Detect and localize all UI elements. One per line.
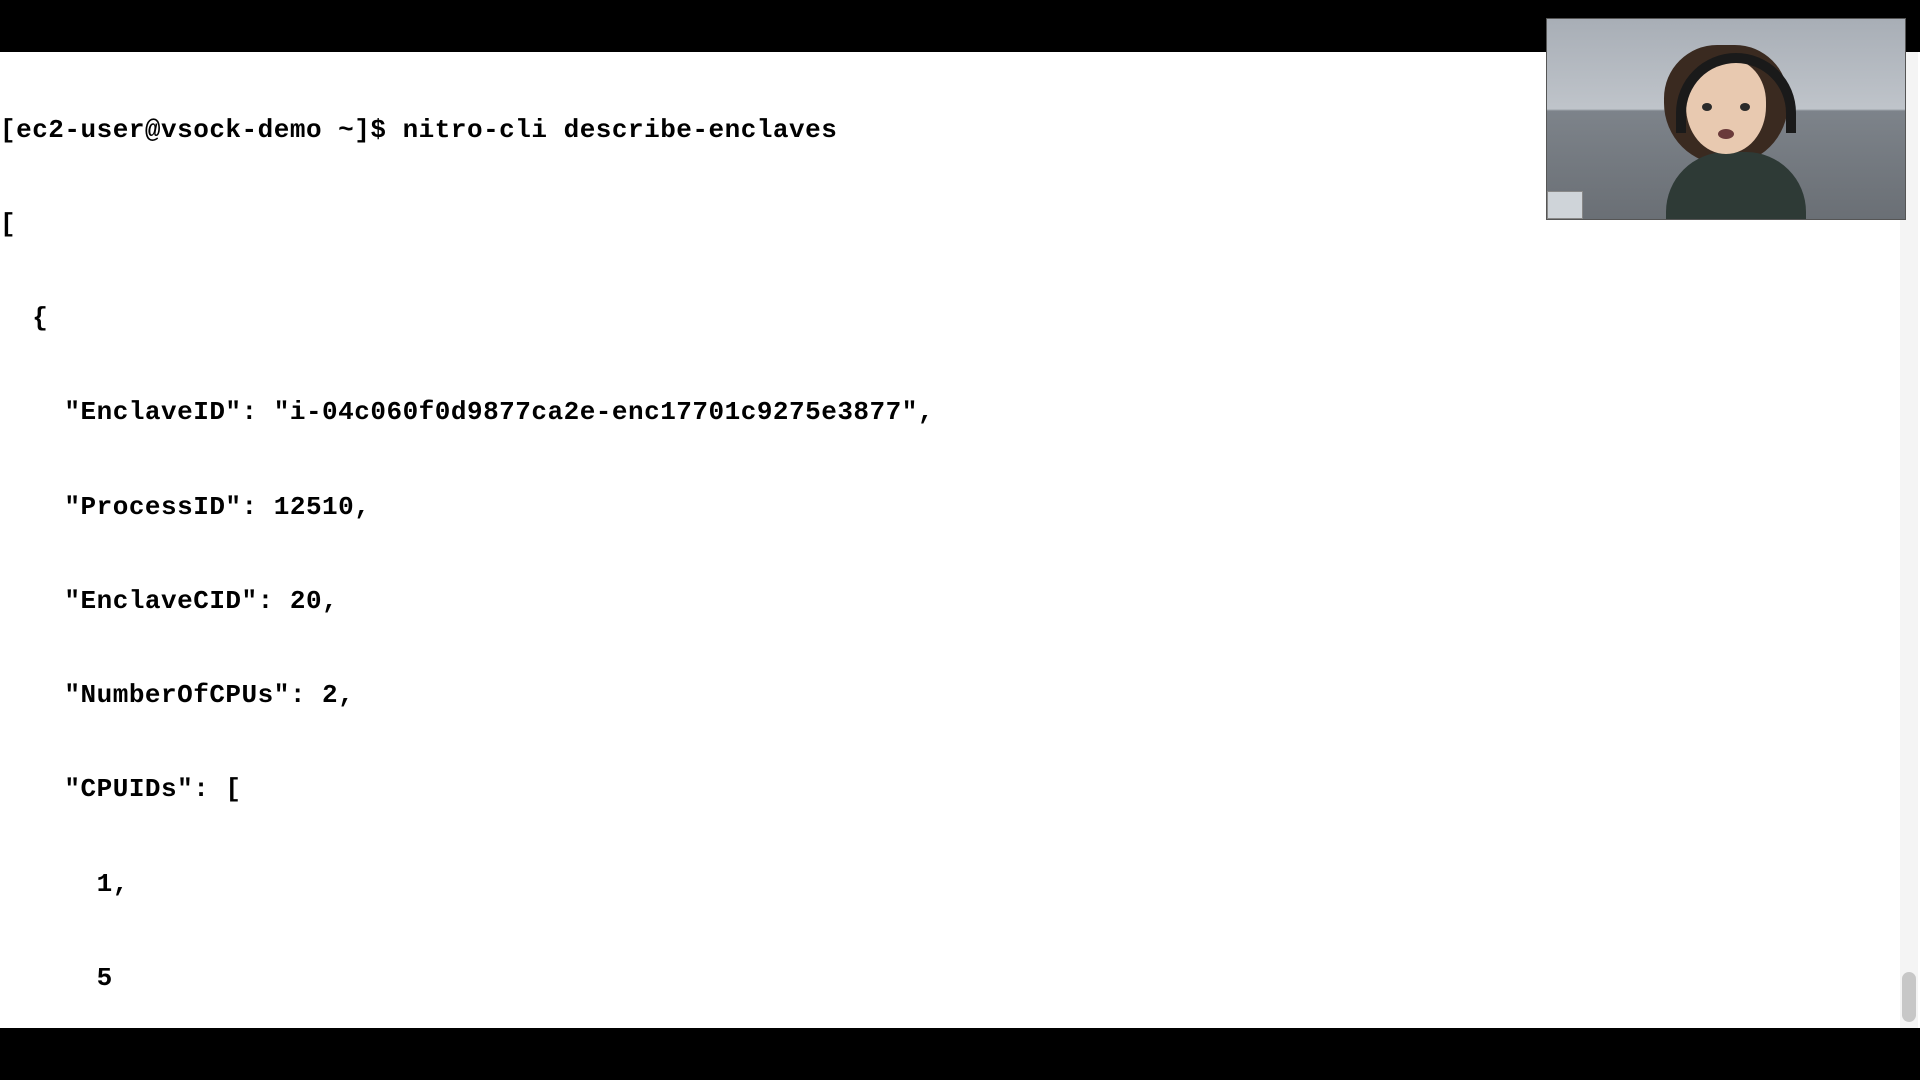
terminal-line: "NumberOfCPUs": 2, [0,680,1920,711]
terminal-line: 5 [0,963,1920,994]
webcam-overlay[interactable] [1546,18,1906,220]
terminal-line: "ProcessID": 12510, [0,492,1920,523]
terminal-line: "CPUIDs": [ [0,774,1920,805]
terminal-line: { [0,303,1920,334]
terminal-line: 1, [0,869,1920,900]
webcam-pip-thumbnail[interactable] [1547,191,1583,219]
terminal-line: "EnclaveCID": 20, [0,586,1920,617]
scrollbar-thumb[interactable] [1902,972,1916,1022]
screen: [ec2-user@vsock-demo ~]$ nitro-cli descr… [0,0,1920,1080]
terminal-line: "EnclaveID": "i-04c060f0d9877ca2e-enc177… [0,397,1920,428]
presenter-avatar [1666,59,1786,219]
